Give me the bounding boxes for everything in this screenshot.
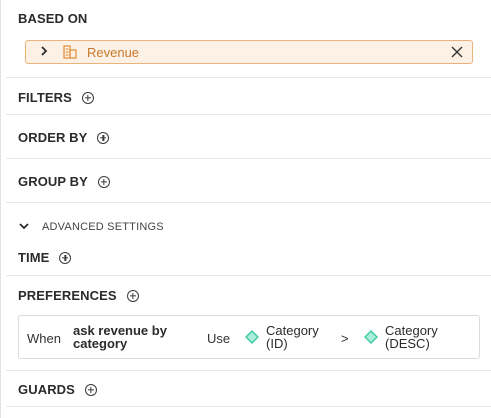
divider bbox=[6, 202, 491, 203]
order-by-title: ORDER BY bbox=[18, 130, 88, 145]
filters-title: FILTERS bbox=[18, 90, 72, 105]
based-on-model-label: Revenue bbox=[87, 44, 140, 60]
chevron-down-icon bbox=[18, 218, 30, 236]
add-guard-plus-icon[interactable] bbox=[84, 383, 97, 396]
add-group-by-plus-icon[interactable] bbox=[97, 175, 110, 188]
group-by-section: GROUP BY bbox=[18, 174, 110, 189]
field2-line2: (DESC) bbox=[385, 336, 430, 351]
filters-section: FILTERS bbox=[18, 90, 94, 105]
use-label: Use bbox=[207, 331, 231, 346]
dimension-diamond-icon bbox=[364, 330, 378, 344]
add-order-by-plus-icon[interactable] bbox=[97, 131, 110, 144]
divider bbox=[6, 370, 491, 371]
preferred-field-2: Category (DESC) bbox=[385, 324, 438, 350]
divider bbox=[6, 158, 491, 159]
time-section: TIME bbox=[18, 250, 72, 265]
guards-section: GUARDS bbox=[18, 382, 97, 397]
divider bbox=[6, 114, 491, 115]
add-filter-plus-icon[interactable] bbox=[81, 91, 94, 104]
based-on-title: BASED ON bbox=[18, 11, 88, 26]
add-preference-plus-icon[interactable] bbox=[126, 289, 139, 302]
order-by-section: ORDER BY bbox=[18, 130, 110, 145]
guards-title: GUARDS bbox=[18, 382, 75, 397]
when-value-line2: category bbox=[73, 336, 128, 351]
time-title: TIME bbox=[18, 250, 50, 265]
preferred-field-1: Category (ID) bbox=[266, 324, 319, 350]
add-time-plus-icon[interactable] bbox=[59, 251, 72, 264]
divider bbox=[6, 77, 491, 78]
preference-separator: > bbox=[341, 331, 349, 346]
model-table-icon bbox=[63, 45, 77, 59]
preference-rule-card[interactable]: When ask revenue by category Use Categor… bbox=[18, 315, 480, 359]
query-builder-panel: BASED ON Revenue FILTERS ORDER BY GROUP … bbox=[0, 0, 491, 418]
based-on-model-chip[interactable]: Revenue bbox=[25, 40, 473, 64]
divider bbox=[6, 406, 491, 407]
when-value: ask revenue by category bbox=[73, 324, 167, 350]
chevron-right-icon[interactable] bbox=[39, 45, 49, 60]
advanced-settings-label: ADVANCED SETTINGS bbox=[42, 221, 164, 233]
preferences-title: PREFERENCES bbox=[18, 288, 117, 303]
when-label: When bbox=[27, 331, 61, 346]
field1-line2: (ID) bbox=[266, 336, 288, 351]
divider bbox=[6, 275, 491, 276]
group-by-title: GROUP BY bbox=[18, 174, 88, 189]
close-icon[interactable] bbox=[450, 45, 464, 59]
advanced-settings-toggle[interactable]: ADVANCED SETTINGS bbox=[18, 218, 164, 236]
dimension-diamond-icon bbox=[245, 330, 259, 344]
preferences-section: PREFERENCES bbox=[18, 288, 139, 303]
